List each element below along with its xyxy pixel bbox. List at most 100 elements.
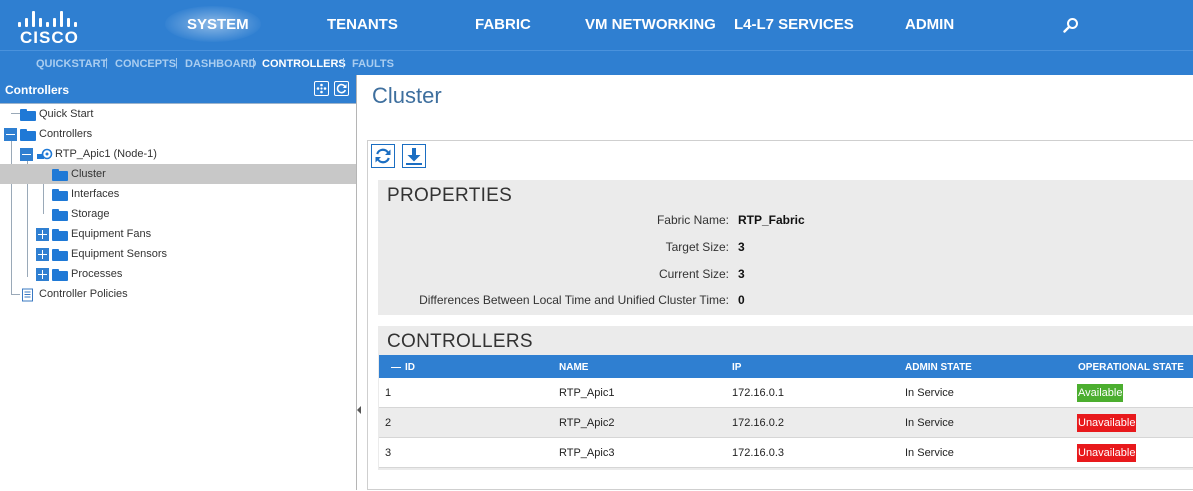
download-button[interactable] [402,144,426,168]
nav-fabric[interactable]: FABRIC [475,16,531,33]
tree-item-interfaces[interactable]: Interfaces [0,184,356,204]
subnav-quickstart[interactable]: QUICKSTART [36,58,107,70]
cell-name: RTP_Apic2 [559,417,615,429]
folder-icon [52,249,68,261]
folder-icon [52,229,68,241]
sort-indicator-icon[interactable]: — [391,362,401,373]
cisco-logo-text: CISCO [20,28,79,47]
navigation-pane: Controllers Quick Start Controllers RTP_… [0,75,357,490]
tree-item-equipment-fans[interactable]: Equipment Fans [0,224,356,244]
column-header-id[interactable]: ID [405,362,415,373]
expand-icon[interactable] [36,228,49,241]
properties-section: PROPERTIES Fabric Name: RTP_Fabric Targe… [378,180,1193,315]
subnav-divider: | [105,57,108,69]
tree-item-rtp-apic1[interactable]: RTP_Apic1 (Node-1) [0,144,356,164]
nav-l4-l7-services[interactable]: L4-L7 SERVICES [734,16,854,33]
property-value-current-size: 3 [738,267,745,281]
property-value-target-size: 3 [738,240,745,254]
refresh-icon [375,148,391,164]
table-row[interactable]: 2 RTP_Apic2 172.16.0.2 In Service Unavai… [379,408,1193,438]
table-header: — ID NAME IP ADMIN STATE OPERATIONAL STA… [379,355,1193,378]
tree-item-storage[interactable]: Storage [0,204,356,224]
collapse-icon[interactable] [4,128,17,141]
status-badge-unavailable: Unavailable [1077,444,1137,462]
column-header-operational-state[interactable]: OPERATIONAL STATE [1078,362,1184,373]
expand-icon[interactable] [36,268,49,281]
cisco-logo-bars [18,9,84,27]
folder-icon [52,209,68,221]
subnav-divider: | [175,57,178,69]
column-header-name[interactable]: NAME [559,362,588,373]
property-label: Target Size: [665,240,729,254]
cell-ip: 172.16.0.1 [732,387,784,399]
tree-item-label: Quick Start [39,108,94,120]
tree-options-icon[interactable] [314,81,329,96]
cell-name: RTP_Apic3 [559,447,615,459]
tree-item-label: Equipment Fans [71,228,152,240]
subnav-divider: | [252,57,255,69]
cell-name: RTP_Apic1 [559,387,615,399]
column-header-admin-state[interactable]: ADMIN STATE [905,362,972,373]
top-nav-bar: CISCO SYSTEM TENANTS FABRIC VM NETWORKIN… [0,0,1193,50]
table-row[interactable]: 1 RTP_Apic1 172.16.0.1 In Service Availa… [379,378,1193,408]
tree-item-controller-policies[interactable]: Controller Policies [0,284,356,304]
nav-admin[interactable]: ADMIN [905,16,954,33]
folder-icon [52,189,68,201]
status-badge-available: Available [1077,384,1124,402]
tree-item-cluster[interactable]: Cluster [0,164,356,184]
cell-admin-state: In Service [905,417,954,429]
collapse-icon[interactable] [20,148,33,161]
cell-admin-state: In Service [905,387,954,399]
property-label: Current Size: [658,267,729,281]
refresh-button[interactable] [371,144,395,168]
tree-item-quick-start[interactable]: Quick Start [0,104,356,124]
cell-id: 1 [385,387,392,399]
tree-item-label: Equipment Sensors [71,248,167,260]
cisco-logo[interactable]: CISCO [18,9,84,47]
table-row[interactable]: 3 RTP_Apic3 172.16.0.3 In Service Unavai… [379,438,1193,468]
expand-icon[interactable] [36,248,49,261]
status-badge-unavailable: Unavailable [1077,414,1137,432]
tree-item-label: RTP_Apic1 (Node-1) [55,148,157,160]
subnav-faults[interactable]: FAULTS [352,58,394,70]
nav-vm-networking[interactable]: VM NETWORKING [585,16,716,33]
download-icon [406,148,422,165]
controllers-section: CONTROLLERS — ID NAME IP ADMIN STATE OPE… [378,326,1193,470]
subnav-dashboard[interactable]: DASHBOARD [185,58,257,70]
tree-item-equipment-sensors[interactable]: Equipment Sensors [0,244,356,264]
navigation-pane-title: Controllers [5,83,70,97]
properties-heading: PROPERTIES [387,185,513,206]
controllers-heading: CONTROLLERS [387,331,533,352]
column-header-ip[interactable]: IP [732,362,741,373]
controller-node-icon [37,148,53,160]
collapse-pane-handle-icon[interactable] [356,400,364,420]
property-value-fabric-name: RTP_Fabric [738,213,805,227]
folder-icon [52,169,68,181]
policy-document-icon [22,288,33,302]
cell-admin-state: In Service [905,447,954,459]
refresh-tree-icon[interactable] [334,81,349,96]
nav-system[interactable]: SYSTEM [187,16,249,33]
tree-item-processes[interactable]: Processes [0,264,356,284]
tree-item-label: Processes [71,268,123,280]
tree-item-label: Storage [71,208,110,220]
property-label: Differences Between Local Time and Unifi… [419,293,729,307]
sub-nav-bar: QUICKSTART | CONCEPTS | DASHBOARD | CONT… [0,50,1193,75]
subnav-concepts[interactable]: CONCEPTS [115,58,176,70]
tree-item-label: Controller Policies [39,288,128,300]
cell-ip: 172.16.0.3 [732,447,784,459]
navigation-tree: Quick Start Controllers RTP_Apic1 (Node-… [0,103,356,491]
tree-item-controllers[interactable]: Controllers [0,124,356,144]
cell-id: 2 [385,417,392,429]
tree-item-label: Interfaces [71,188,120,200]
page-title: Cluster [372,83,442,108]
search-icon[interactable] [1063,17,1079,33]
folder-icon [20,109,36,121]
property-value-time-difference: 0 [738,293,745,307]
navigation-pane-header: Controllers [0,75,356,103]
property-label: Fabric Name: [656,213,729,227]
tree-item-label: Cluster [71,168,106,180]
nav-tenants[interactable]: TENANTS [327,16,398,33]
folder-icon [20,129,36,141]
subnav-controllers[interactable]: CONTROLLERS [262,58,346,70]
